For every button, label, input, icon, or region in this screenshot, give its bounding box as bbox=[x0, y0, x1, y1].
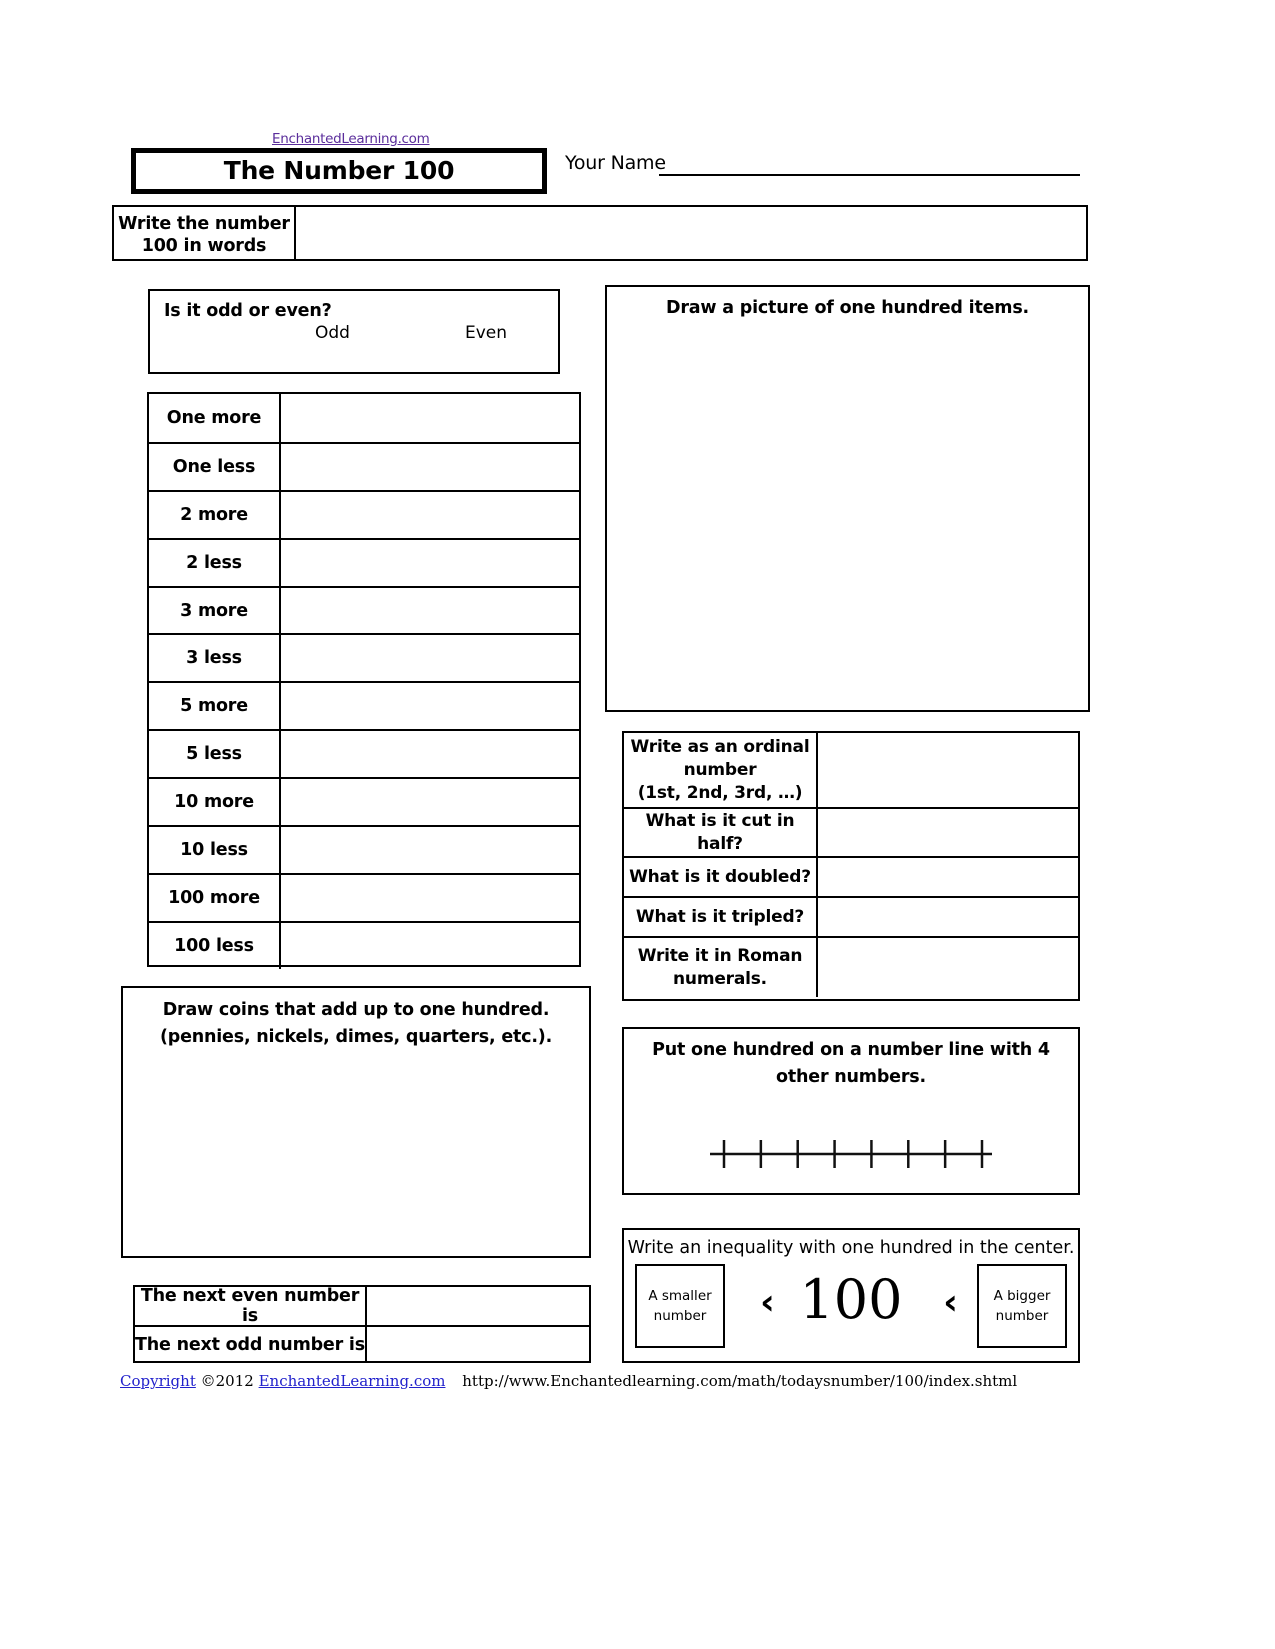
worksheet-title-box: The Number 100 bbox=[131, 148, 547, 194]
more-less-label: 2 less bbox=[149, 539, 281, 586]
table-row: Write as an ordinal number (1st, 2nd, 3rd… bbox=[624, 733, 1078, 807]
more-less-value[interactable] bbox=[279, 492, 579, 538]
more-less-label: 10 more bbox=[149, 779, 281, 826]
ordinal-value[interactable] bbox=[810, 858, 1078, 896]
draw-coins-title: Draw coins that add up to one hundred. (p… bbox=[159, 1000, 553, 1047]
ordinal-value[interactable] bbox=[810, 809, 1078, 856]
table-row: 2 less bbox=[149, 537, 579, 586]
more-less-label: 3 more bbox=[149, 587, 281, 634]
more-less-label: 2 more bbox=[149, 491, 281, 538]
ordinal-value[interactable] bbox=[810, 898, 1078, 936]
less-than-operator-right: ‹ bbox=[943, 1282, 958, 1323]
worksheet-page: EnchantedLearning.com The Number 100 You… bbox=[0, 0, 1275, 1649]
ordinal-value[interactable] bbox=[810, 938, 1078, 997]
write-in-words-label: Write the number 100 in words bbox=[112, 205, 296, 261]
more-less-value[interactable] bbox=[279, 588, 579, 634]
write-in-words-answer[interactable] bbox=[294, 205, 1088, 261]
inequality-box: Write an inequality with one hundred in … bbox=[622, 1228, 1080, 1363]
table-row: 2 more bbox=[149, 489, 579, 538]
number-line-title: Put one hundred on a number line with 4 … bbox=[652, 1040, 1050, 1087]
next-number-label: The next even number is bbox=[135, 1286, 367, 1326]
even-option[interactable]: Even bbox=[465, 323, 507, 343]
draw-picture-title: Draw a picture of one hundred items. bbox=[666, 298, 1029, 318]
more-less-value[interactable] bbox=[279, 394, 579, 442]
page-title: The Number 100 bbox=[223, 155, 455, 185]
ordinal-label: What is it cut in half? bbox=[624, 809, 818, 856]
odd-or-even-question: Is it odd or even? bbox=[164, 301, 332, 321]
number-line-graphic bbox=[710, 1140, 992, 1168]
more-less-label: One more bbox=[149, 394, 281, 442]
more-less-label: 100 more bbox=[149, 874, 281, 921]
footer-site-link[interactable]: EnchantedLearning.com bbox=[259, 1372, 446, 1390]
table-row: 100 more bbox=[149, 872, 579, 921]
draw-coins-box[interactable]: Draw coins that add up to one hundred. (p… bbox=[121, 986, 591, 1258]
table-row: What is it cut in half? bbox=[624, 807, 1078, 856]
ordinal-label: Write as an ordinal number (1st, 2nd, 3rd… bbox=[624, 733, 818, 807]
more-less-label: 10 less bbox=[149, 827, 281, 873]
inequality-title: Write an inequality with one hundred in … bbox=[627, 1238, 1075, 1258]
ordinal-label: What is it tripled? bbox=[624, 898, 818, 936]
footer: Copyright ©2012 EnchantedLearning.com ht… bbox=[120, 1372, 1017, 1390]
more-less-value[interactable] bbox=[279, 875, 579, 921]
more-less-label: 5 more bbox=[149, 683, 281, 730]
more-less-value[interactable] bbox=[279, 683, 579, 729]
table-row: One more bbox=[149, 394, 579, 442]
next-numbers-table: The next even number is The next odd numb… bbox=[133, 1285, 591, 1363]
ordinal-label: Write it in Roman numerals. bbox=[624, 938, 818, 997]
more-less-value[interactable] bbox=[279, 779, 579, 825]
copyright-year: ©2012 bbox=[200, 1372, 254, 1390]
number-line-box[interactable]: Put one hundred on a number line with 4 … bbox=[622, 1027, 1080, 1195]
bigger-number-box[interactable]: A bigger number bbox=[977, 1264, 1067, 1348]
table-row: What is it doubled? bbox=[624, 856, 1078, 896]
more-less-label: One less bbox=[149, 443, 281, 490]
your-name-rule bbox=[659, 174, 1080, 176]
odd-option[interactable]: Odd bbox=[315, 323, 350, 343]
your-name-label: Your Name bbox=[565, 152, 666, 174]
table-row: The next even number is bbox=[135, 1286, 589, 1326]
table-row: Write it in Roman numerals. bbox=[624, 936, 1078, 997]
next-number-value[interactable] bbox=[365, 1287, 589, 1325]
table-row: The next odd number is bbox=[135, 1325, 589, 1363]
table-row: 3 less bbox=[149, 633, 579, 682]
table-row: 10 less bbox=[149, 825, 579, 873]
table-row: 5 more bbox=[149, 681, 579, 730]
more-less-value[interactable] bbox=[279, 635, 579, 681]
ordinal-value[interactable] bbox=[810, 733, 1078, 807]
more-less-value[interactable] bbox=[279, 827, 579, 873]
table-row: 5 less bbox=[149, 729, 579, 778]
more-less-value[interactable] bbox=[279, 540, 579, 586]
next-number-value[interactable] bbox=[365, 1327, 589, 1363]
more-less-table: One more One less 2 more 2 less 3 more 3 less… bbox=[147, 392, 581, 969]
table-row: One less bbox=[149, 441, 579, 490]
draw-picture-box[interactable]: Draw a picture of one hundred items. bbox=[605, 285, 1090, 712]
more-less-value[interactable] bbox=[279, 731, 579, 777]
table-row: What is it tripled? bbox=[624, 896, 1078, 936]
your-name-field[interactable]: Your Name bbox=[565, 152, 1080, 182]
table-row: 100 less bbox=[149, 920, 579, 969]
enchanted-learning-site-link[interactable]: EnchantedLearning.com bbox=[272, 131, 430, 147]
footer-url: http://www.Enchantedlearning.com/math/to… bbox=[462, 1372, 1018, 1390]
copyright-link[interactable]: Copyright bbox=[120, 1372, 196, 1390]
odd-or-even-box: Is it odd or even? Odd Even bbox=[148, 289, 560, 374]
more-less-value[interactable] bbox=[279, 444, 579, 490]
more-less-label: 100 less bbox=[149, 922, 281, 969]
more-less-value[interactable] bbox=[279, 923, 579, 969]
table-row: 10 more bbox=[149, 777, 579, 826]
ordinal-operations-table: Write as an ordinal number (1st, 2nd, 3rd… bbox=[622, 731, 1080, 1001]
more-less-label: 3 less bbox=[149, 635, 281, 682]
table-row: 3 more bbox=[149, 585, 579, 634]
next-number-label: The next odd number is bbox=[135, 1327, 367, 1363]
more-less-label: 5 less bbox=[149, 731, 281, 778]
ordinal-label: What is it doubled? bbox=[624, 858, 818, 896]
